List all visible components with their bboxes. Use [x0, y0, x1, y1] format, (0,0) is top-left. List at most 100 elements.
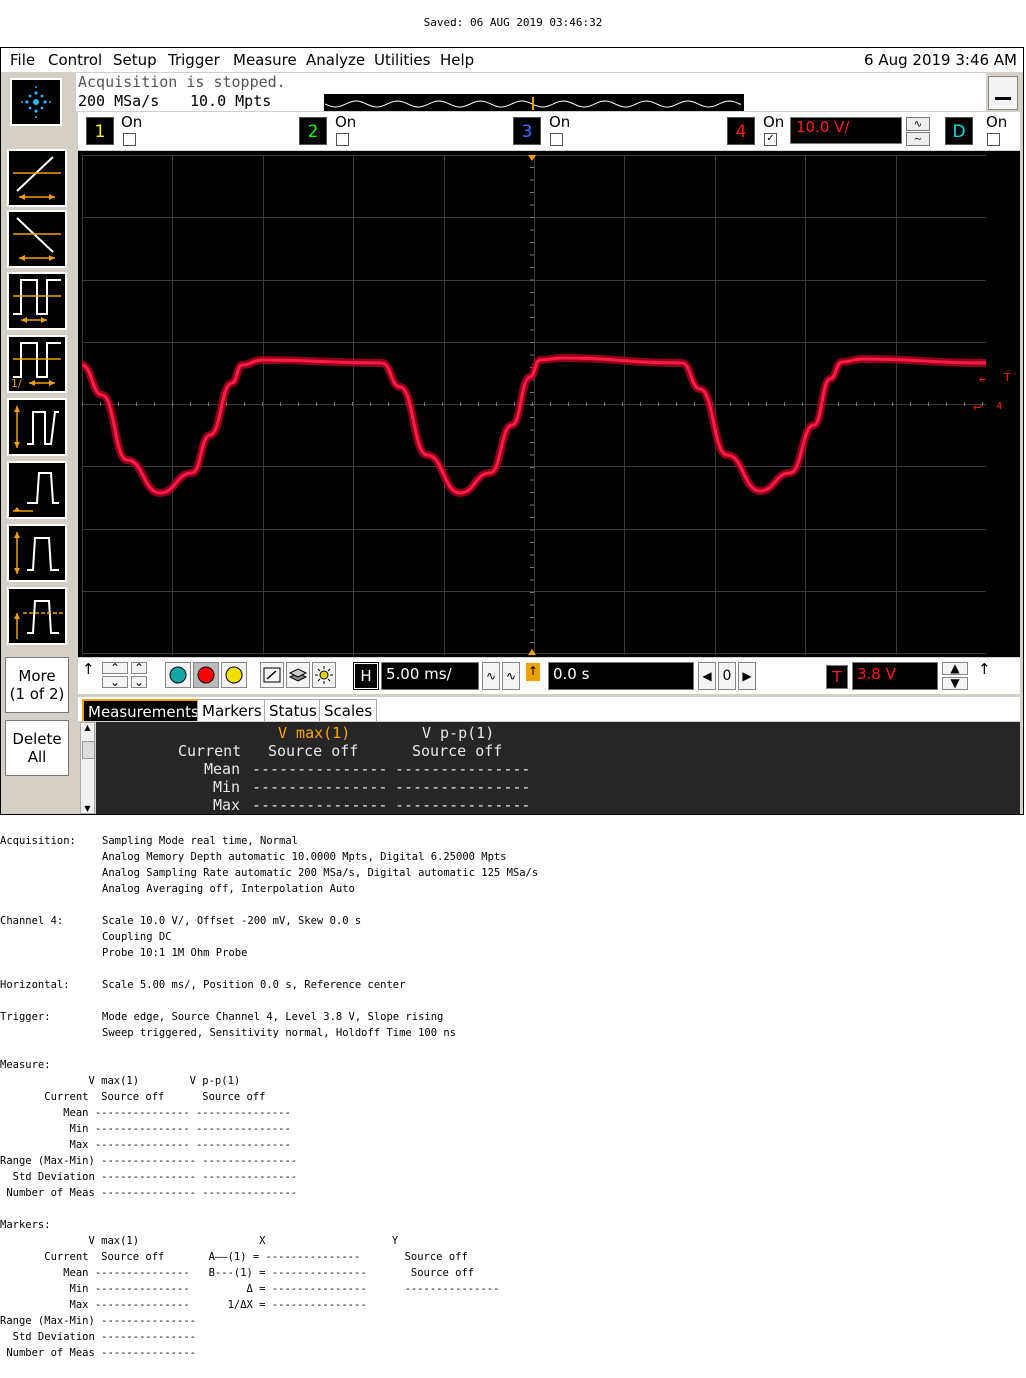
report-channel-line-1: Scale 10.0 V/, Offset -200 mV, Skew 0.0 … [102, 915, 362, 927]
trigger-level-up-button[interactable]: ▲ [942, 662, 968, 675]
report-trigger-line-1: Mode edge, Source Channel 4, Level 3.8 V… [102, 1011, 444, 1023]
report-channel-label: Channel 4: [0, 915, 64, 927]
reference-button[interactable]: 0 [718, 662, 736, 690]
menu-control[interactable]: Control [48, 51, 102, 69]
vertical-down-button[interactable]: ⌄ [102, 676, 128, 688]
frequency-tool-button[interactable]: 1/ [7, 335, 67, 393]
channel-3-checkbox[interactable] [550, 133, 563, 146]
zoom-arrow-icon [263, 667, 281, 683]
sine-icon: ∿ [485, 669, 497, 683]
channel-2-button[interactable]: 2 [299, 117, 327, 145]
report-measure-line-5: Max --------------- --------------- [0, 1139, 291, 1151]
channel-3-button[interactable]: 3 [513, 117, 541, 145]
period-tool-button[interactable] [7, 272, 67, 330]
layers-button[interactable] [286, 662, 310, 688]
position-right-button[interactable]: ▶ [738, 662, 756, 690]
timebase-field[interactable]: 5.00 ms/ [381, 662, 479, 690]
position-left-button[interactable]: ◀ [698, 662, 716, 690]
digital-checkbox[interactable] [987, 133, 1000, 146]
digital-channel-button[interactable]: D [945, 117, 973, 145]
menu-help[interactable]: Help [440, 51, 474, 69]
menu-setup[interactable]: Setup [113, 51, 157, 69]
report-measure-line-8: Number of Meas --------------- ---------… [0, 1187, 298, 1199]
color-cyan-button[interactable] [165, 662, 191, 688]
timebase-wave-button-1[interactable]: ∿ [482, 662, 500, 690]
right-triangle-icon: ▶ [742, 669, 752, 683]
fine-down-button[interactable]: ⌄ [131, 676, 147, 688]
more-button[interactable]: More (1 of 2) [5, 657, 69, 713]
measurement-scrollbar[interactable]: ▲ ▼ [80, 722, 95, 814]
cyan-dot-icon [169, 666, 187, 684]
trigger-level-marker-arrow: ← [979, 373, 986, 386]
saved-timestamp: Saved: 06 AUG 2019 03:46:32 [423, 16, 603, 29]
timebase-wave-button-2[interactable]: ∿ [502, 662, 520, 690]
top-tool-button[interactable] [7, 587, 67, 645]
tab-markers[interactable]: Markers [197, 699, 267, 721]
report-channel-line-2: Coupling DC [102, 931, 172, 943]
menu-file[interactable]: File [10, 51, 35, 69]
delay-marker-icon: ↑ [526, 663, 540, 681]
channel-4-ground-marker[interactable]: ↩ [973, 401, 982, 414]
more-page: (1 of 2) [9, 685, 65, 703]
channel-1-checkbox[interactable] [123, 133, 136, 146]
logo-button[interactable] [10, 78, 62, 126]
control-bar: ↑ ⌃ ⌄ ⌃ ⌄ H 5.00 ms/ ∿ ∿ ↑ 0.0 s ◀ 0 ▶ T… [78, 658, 1020, 694]
minimum-icon [13, 472, 59, 512]
tab-scales[interactable]: Scales [319, 699, 378, 721]
channel-4-marker-label: 4 [996, 401, 1003, 412]
menu-trigger[interactable]: Trigger [168, 51, 220, 69]
menu-analyze[interactable]: Analyze [306, 51, 365, 69]
delete-all-button[interactable]: Delete All [5, 720, 69, 776]
rise-time-tool-button[interactable] [7, 149, 67, 207]
channel-4-button[interactable]: 4 [727, 117, 755, 145]
report-horizontal-label: Horizontal: [0, 979, 70, 991]
menu-measure[interactable]: Measure [233, 51, 297, 69]
brightness-button[interactable] [312, 662, 336, 688]
digital-on-label: On [986, 113, 1008, 131]
scroll-thumb[interactable] [82, 741, 95, 759]
amplitude-icon [14, 532, 59, 574]
waveform-grid: ← ↩ [82, 155, 986, 655]
trigger-level-field[interactable]: 3.8 V [852, 662, 938, 690]
position-field[interactable]: 0.0 s [548, 662, 694, 690]
meas-min-2: --------------- [395, 778, 531, 796]
fall-time-tool-button[interactable] [7, 210, 67, 268]
ch4-bw-button[interactable]: ∼ [906, 132, 930, 146]
tab-measurements[interactable]: Measurements [82, 699, 205, 721]
channel-2-checkbox[interactable] [336, 133, 349, 146]
menu-utilities[interactable]: Utilities [374, 51, 430, 69]
trigger-level-down-button[interactable]: ▼ [942, 677, 968, 690]
report-trigger-line-2: Sweep triggered, Sensitivity normal, Hol… [102, 1027, 457, 1039]
zoom-tool-button[interactable] [260, 662, 284, 688]
tab-status[interactable]: Status [264, 699, 322, 721]
horizontal-button[interactable]: H [353, 662, 379, 690]
wave-icon: ∿ [505, 669, 517, 683]
sample-rate: 200 MSa/s [78, 92, 160, 110]
agilent-logo-icon [21, 86, 51, 118]
vertical-up-button[interactable]: ⌃ [102, 662, 128, 674]
trigger-button[interactable]: T [826, 665, 848, 689]
trigger-level-marker[interactable]: T [1004, 371, 1011, 384]
peak-to-peak-icon [14, 406, 59, 448]
channel-4-checkbox[interactable]: ✓ [764, 133, 777, 146]
channel-4-on-label: On [763, 113, 785, 131]
fine-up-button[interactable]: ⌃ [131, 662, 147, 674]
minimum-tool-button[interactable] [7, 461, 67, 519]
amplitude-tool-button[interactable] [7, 524, 67, 582]
yellow-dot-icon [225, 666, 243, 684]
minimize-button[interactable] [988, 76, 1018, 110]
peak-to-peak-tool-button[interactable] [7, 398, 67, 456]
bw-wave-icon: ∼ [913, 134, 923, 145]
layers-icon [288, 668, 308, 682]
color-yellow-button[interactable] [221, 662, 247, 688]
trigger-arrow-icon: ↑ [978, 660, 991, 678]
up-triangle-icon: ▲ [950, 661, 960, 675]
channel-1-button[interactable]: 1 [86, 117, 114, 145]
report-markers-line-3: Mean --------------- B---(1) = ---------… [0, 1267, 475, 1279]
memory-overview-bar[interactable] [324, 94, 744, 111]
report-measure-line-3: Mean --------------- --------------- [0, 1107, 291, 1119]
color-red-button[interactable] [193, 662, 219, 688]
ch4-ac-coupling-button[interactable]: ∿ [906, 117, 930, 131]
memory-overview-waveform [324, 97, 742, 110]
report-markers-line-1: V max(1) X Y [0, 1235, 399, 1247]
